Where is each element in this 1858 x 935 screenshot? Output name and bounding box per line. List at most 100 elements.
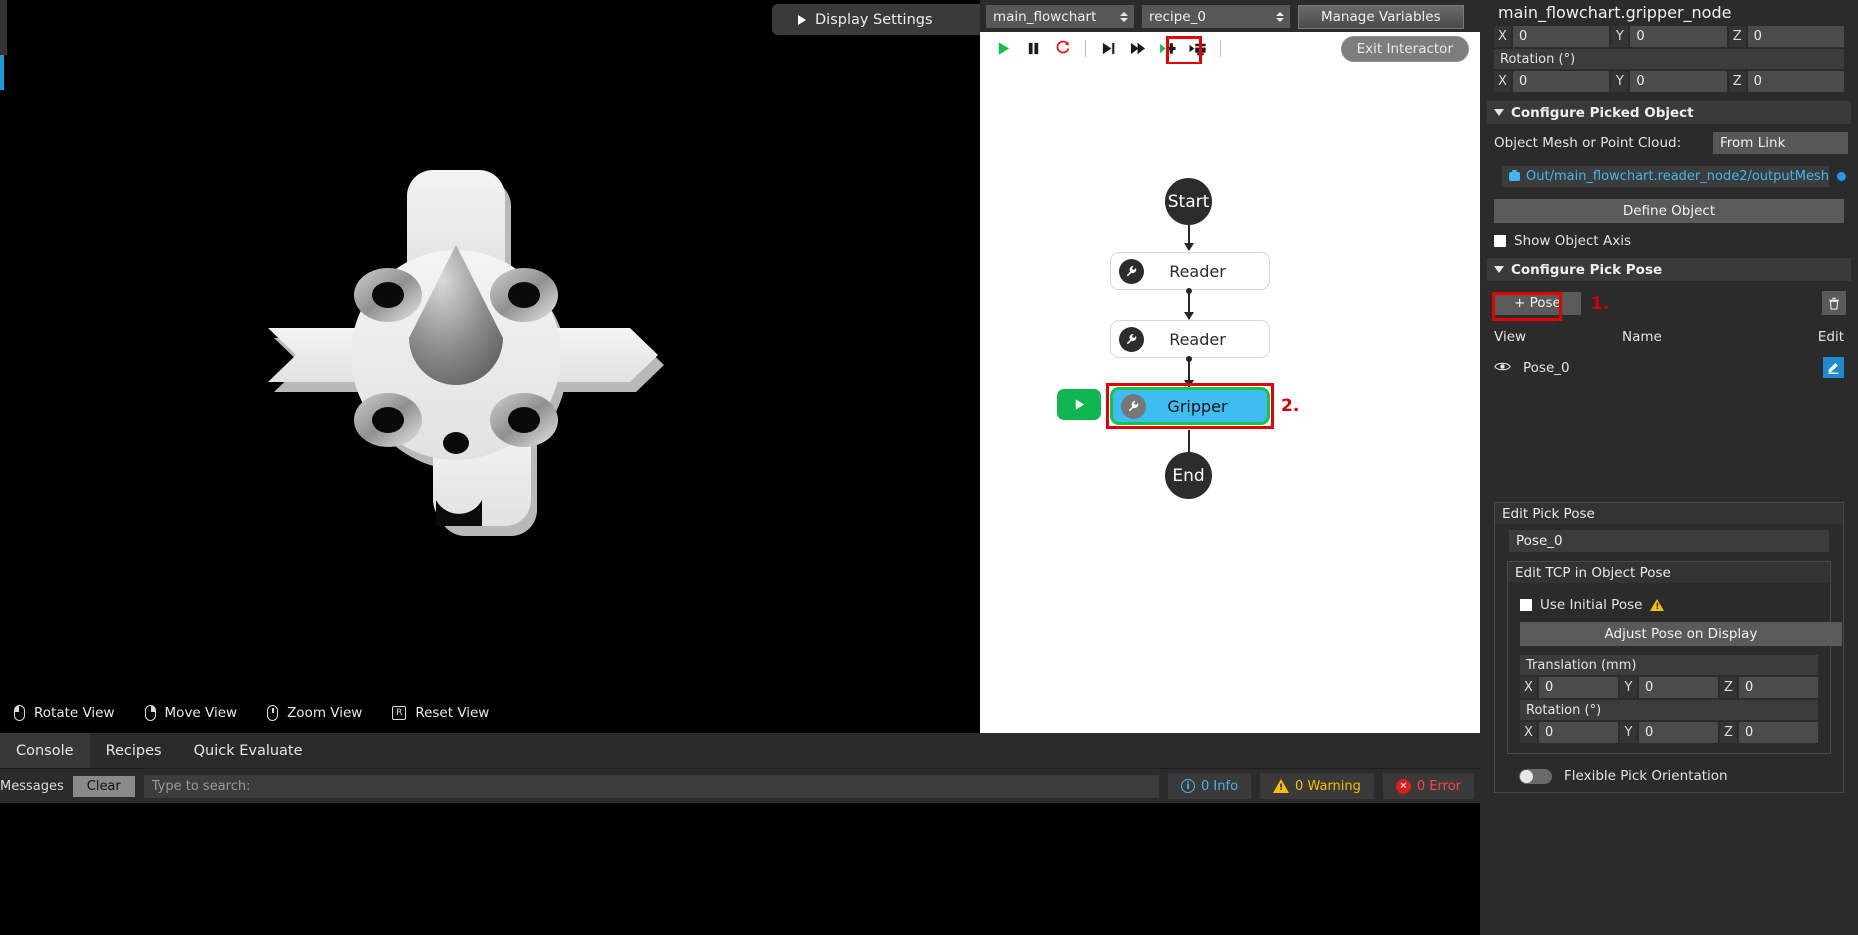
eye-icon[interactable] [1494,360,1511,376]
exit-interactor-button[interactable]: Exit Interactor [1340,36,1469,62]
recipe-select[interactable]: recipe_0 [1142,5,1290,28]
rotation-x-field[interactable]: 0 [1513,71,1610,92]
node-reader-2[interactable]: Reader [1110,320,1270,358]
tab-quick-evaluate-label: Quick Evaluate [193,742,303,759]
console-toolbar: Messages Clear i 0 Info 0 Warning ✕ 0 Er… [0,769,1480,803]
status-warning[interactable]: 0 Warning [1260,773,1374,799]
object-mesh-select[interactable]: From Link [1713,132,1848,154]
section-configure-picked-object[interactable]: Configure Picked Object [1487,101,1851,124]
pause-icon[interactable] [1018,34,1048,62]
add-pose-button[interactable]: + Pose [1494,291,1581,315]
mouse-right-icon [144,705,156,721]
chevron-down-icon [1494,109,1504,116]
flowchart-select[interactable]: main_flowchart [986,5,1134,28]
annotation-1: 1. [1590,294,1610,314]
manage-variables-button[interactable]: Manage Variables [1298,4,1464,29]
rotation-y-field[interactable]: 0 [1630,71,1727,92]
section-configure-pick-pose-label: Configure Pick Pose [1511,261,1663,278]
status-info[interactable]: i 0 Info [1168,773,1252,799]
console-panel: Console Recipes Quick Evaluate Messages … [0,733,1480,935]
use-initial-pose-row[interactable]: Use Initial Pose [1520,597,1830,613]
messages-label: Messages [0,778,64,794]
control-rotate-view[interactable]: Rotate View [14,705,115,721]
app-window: Display Settings Rotate View Move View Z… [0,0,1858,935]
object-mesh-label: Object Mesh or Point Cloud: [1494,135,1682,151]
error-icon: ✕ [1395,778,1411,794]
run-from-here-badge[interactable] [1057,389,1101,420]
control-zoom-view[interactable]: Zoom View [267,705,362,721]
run-camera-icon[interactable] [1183,34,1213,62]
translation-z-field[interactable]: 0 [1747,26,1844,47]
tab-console[interactable]: Console [0,733,90,768]
show-object-axis-label: Show Object Axis [1514,233,1631,249]
key-r-icon: R [392,706,407,720]
flowchart-canvas[interactable]: Start Reader Reader Gripper 2. End [980,64,1480,733]
step-icon[interactable] [1093,34,1123,62]
pose-name: Pose_0 [1523,359,1570,376]
delete-pose-button[interactable] [1822,291,1846,315]
edit-translation-z-label: Z [1720,677,1737,698]
step-fast-icon[interactable] [1123,34,1153,62]
node-end[interactable]: End [1165,452,1212,499]
edit-translation-x-label: X [1520,677,1537,698]
viewport-accent-strip [0,55,4,90]
translation-z-label: Z [1728,26,1746,47]
adjust-pose-on-display-button[interactable]: Adjust Pose on Display [1520,622,1842,646]
table-row[interactable]: Pose_0 [1494,357,1844,378]
tab-quick-evaluate[interactable]: Quick Evaluate [178,733,319,768]
display-settings-button[interactable]: Display Settings [772,4,980,35]
view-controls-bar: Rotate View Move View Zoom View R Reset … [0,693,980,733]
use-initial-pose-checkbox[interactable] [1520,599,1532,611]
pose-toolbar: + Pose 1. [1494,291,1846,315]
3d-viewport[interactable]: Display Settings Rotate View Move View Z… [0,0,980,733]
run-to-node-icon[interactable] [1153,34,1183,62]
reset-icon[interactable] [1048,34,1078,62]
flowchart-selector-bar: main_flowchart recipe_0 Manage Variables [980,0,1480,30]
edit-translation-x-field[interactable]: 0 [1539,677,1618,698]
pose-name-field[interactable]: Pose_0 [1509,530,1829,552]
translation-y-field[interactable]: 0 [1630,26,1727,47]
annotation-2: 2. [1281,396,1300,416]
run-icon[interactable] [988,34,1018,62]
status-error[interactable]: ✕ 0 Error [1382,773,1474,799]
edit-rotation-x-field[interactable]: 0 [1539,722,1618,743]
node-reader-1[interactable]: Reader [1110,252,1270,290]
connector-arrow [1184,225,1194,251]
show-object-axis-row[interactable]: Show Object Axis [1494,233,1858,249]
clear-button[interactable]: Clear [72,775,135,797]
flexible-pick-orientation-row[interactable]: Flexible Pick Orientation [1519,768,1843,784]
rotation-z-field[interactable]: 0 [1747,71,1844,92]
mouse-middle-icon [267,705,279,721]
control-reset-view[interactable]: R Reset View [392,705,489,721]
translation-y-label: Y [1611,26,1629,47]
flexible-pick-orientation-toggle[interactable] [1519,768,1552,784]
edit-rotation-label: Rotation (°) [1520,700,1818,720]
flowchart-select-value: main_flowchart [993,8,1097,25]
edit-translation-z-field[interactable]: 0 [1739,677,1818,698]
link-status-dot [1837,172,1846,181]
tab-console-label: Console [16,742,74,759]
pose-col-view: View [1494,329,1527,345]
warning-count-label: 0 Warning [1295,778,1361,794]
show-object-axis-checkbox[interactable] [1494,235,1506,247]
error-count-label: 0 Error [1416,778,1461,794]
edit-pick-pose-body: Pose_0 Edit TCP in Object Pose Use Initi… [1494,524,1844,793]
properties-panel: main_flowchart.gripper_node X 0 Y 0 Z 0 … [1480,0,1858,935]
mesh-link-chip[interactable]: Out/main_flowchart.reader_node2/outputMe… [1502,166,1829,187]
edit-rotation-y-field[interactable]: 0 [1639,722,1718,743]
translation-x-field[interactable]: 0 [1513,26,1610,47]
pencil-icon[interactable] [1823,357,1844,378]
section-configure-pick-pose[interactable]: Configure Pick Pose [1487,258,1851,281]
node-gripper[interactable]: Gripper [1110,387,1270,425]
control-move-view[interactable]: Move View [144,705,238,721]
define-object-button[interactable]: Define Object [1494,199,1844,223]
edit-translation-row: X 0 Y 0 Z 0 [1520,677,1818,698]
move-view-label: Move View [164,705,238,721]
viewport-edge [0,0,7,55]
tab-recipes[interactable]: Recipes [90,733,178,768]
edit-rotation-z-field[interactable]: 0 [1739,722,1818,743]
pose-table-header: View Name Edit [1494,329,1844,345]
search-input[interactable] [143,774,1160,798]
node-start[interactable]: Start [1165,178,1212,225]
edit-translation-y-field[interactable]: 0 [1639,677,1718,698]
